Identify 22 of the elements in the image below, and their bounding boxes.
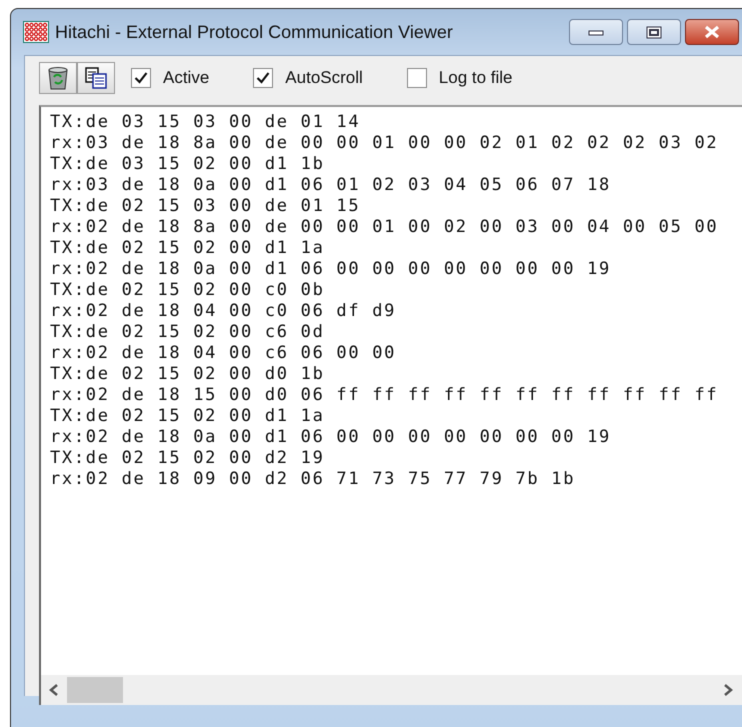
log-line: TX:de 02 15 02 00 c6 0d (50, 322, 325, 343)
checkbox-label: Active (163, 68, 210, 88)
log-line: TX:de 02 15 02 00 d1 1a (50, 406, 325, 427)
log-line: TX:de 02 15 02 00 c0 0b (50, 280, 325, 301)
checkbox-label: Log to file (438, 68, 513, 88)
log-line: rx:02 de 18 04 00 c0 06 df d9 (50, 301, 396, 322)
log-line: TX:de 02 15 02 00 d1 1a (50, 238, 325, 259)
log-line: rx:02 de 18 04 00 c6 06 00 00 (50, 343, 396, 364)
log-line: TX:de 03 15 02 00 d1 1b (50, 154, 325, 175)
window-title: Hitachi - External Protocol Communication Viewer (55, 22, 454, 42)
log-line: rx:03 de 18 0a 00 d1 06 01 02 03 04 05 06 07 18 (50, 175, 611, 196)
log-line: rx:02 de 18 0a 00 d1 06 00 00 00 00 00 00 00 19 (50, 259, 611, 280)
log-line: TX:de 02 15 03 00 de 01 15 (50, 196, 360, 217)
log-line: TX:de 02 15 02 00 d0 1b (50, 364, 325, 385)
log-line: TX:de 03 15 03 00 de 01 14 (50, 112, 360, 133)
checkbox-label: AutoScroll (285, 68, 363, 88)
log-line: rx:02 de 18 15 00 d0 06 ff ff ff ff ff ff ff ff ff ff ff (50, 385, 718, 406)
log-line: rx:03 de 18 8a 00 de 00 00 01 00 00 02 01 02 02 02 03 02 (50, 133, 718, 154)
log-line: rx:02 de 18 09 00 d2 06 71 73 75 77 79 7b 1b (50, 469, 576, 490)
log-line: TX:de 02 15 02 00 d2 19 (50, 448, 325, 469)
log-line: rx:02 de 18 0a 00 d1 06 00 00 00 00 00 00 00 19 (50, 427, 611, 448)
log-line: rx:02 de 18 8a 00 de 00 00 01 00 02 00 03 00 04 00 05 00 (50, 217, 718, 238)
